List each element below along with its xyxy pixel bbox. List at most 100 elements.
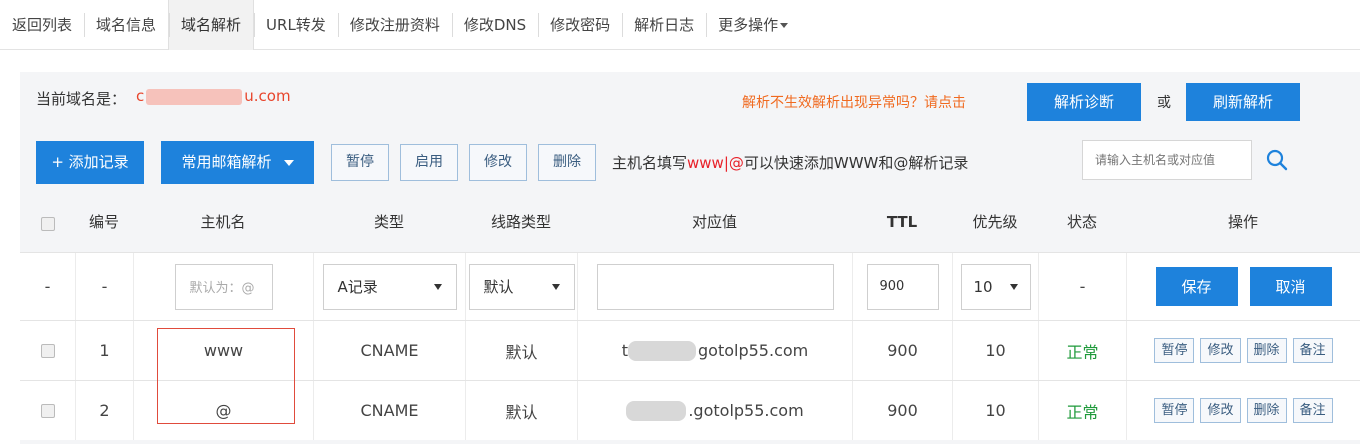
tab-url-forward[interactable]: URL转发 bbox=[254, 0, 338, 50]
cell-status: - bbox=[1038, 253, 1126, 320]
tab-more-actions-label: 更多操作 bbox=[718, 16, 779, 34]
search-icon[interactable] bbox=[1265, 148, 1289, 172]
header-number: 编号 bbox=[88, 213, 119, 231]
domain-prefix: c bbox=[136, 87, 145, 105]
line-type-value: 默认 bbox=[483, 278, 514, 296]
cell-line: 默认 bbox=[465, 321, 577, 380]
tab-modify-dns[interactable]: 修改DNS bbox=[451, 0, 538, 50]
header-priority: 优先级 bbox=[972, 213, 1018, 231]
tip-suffix: 可以快速添加WWW和@解析记录 bbox=[743, 154, 969, 172]
header-status: 状态 bbox=[1066, 213, 1097, 231]
top-tabs: 返回列表 域名信息 域名解析 URL转发 修改注册资料 修改DNS 修改密码 解… bbox=[0, 0, 1360, 50]
status-badge: 正常 bbox=[1038, 381, 1126, 440]
row-note-button[interactable]: 备注 bbox=[1292, 338, 1333, 363]
caret-down-icon bbox=[283, 159, 294, 166]
table-row: 2 @ CNAME 默认 .gotolp55.com 900 10 正常 暂停 … bbox=[20, 380, 1360, 440]
cancel-button[interactable]: 取消 bbox=[1249, 267, 1332, 306]
cell-priority: 10 bbox=[952, 253, 1038, 320]
redacted-mask bbox=[628, 340, 697, 361]
row-modify-button[interactable]: 修改 bbox=[1200, 338, 1241, 363]
row-delete-button[interactable]: 删除 bbox=[1246, 338, 1287, 363]
row-modify-button[interactable]: 修改 bbox=[1200, 398, 1241, 423]
enable-button[interactable]: 启用 bbox=[400, 144, 458, 181]
cell-type: CNAME bbox=[313, 321, 465, 380]
save-button[interactable]: 保存 bbox=[1155, 267, 1238, 306]
cell-action: 暂停 修改 删除 备注 bbox=[1126, 381, 1360, 440]
tip-prefix: 主机名填写 bbox=[612, 154, 688, 172]
cell-priority: 10 bbox=[952, 381, 1038, 440]
cell-priority: 10 bbox=[952, 321, 1038, 380]
cell-check: - bbox=[44, 277, 51, 296]
search-input[interactable] bbox=[1082, 140, 1252, 180]
ttl-input[interactable]: 900 bbox=[866, 263, 939, 310]
domain-bar: 当前域名是： c u.com 解析不生效解析出现异常吗？请点击 解析诊断 或 刷新… bbox=[20, 72, 1360, 128]
host-input[interactable]: 默认为：@ bbox=[174, 263, 273, 310]
tab-domain-info[interactable]: 域名信息 bbox=[84, 0, 168, 50]
row-delete-button[interactable]: 删除 bbox=[1246, 398, 1287, 423]
priority-value: 10 bbox=[973, 277, 993, 296]
cell-value bbox=[577, 253, 852, 320]
mail-resolve-dropdown[interactable]: 常用邮箱解析 bbox=[161, 141, 314, 184]
header-type: 类型 bbox=[373, 213, 404, 231]
current-domain-value: c u.com bbox=[136, 87, 291, 105]
header-line: 线路类型 bbox=[490, 213, 551, 231]
value-input[interactable] bbox=[596, 263, 834, 310]
cell-ttl: 900 bbox=[852, 381, 952, 440]
tab-modify-password[interactable]: 修改密码 bbox=[538, 0, 622, 50]
resolve-panel: 当前域名是： c u.com 解析不生效解析出现异常吗？请点击 解析诊断 或 刷新… bbox=[20, 72, 1360, 444]
value-suffix: .gotolp55.com bbox=[688, 401, 804, 420]
add-record-button[interactable]: + 添加记录 bbox=[36, 141, 144, 184]
or-text: 或 bbox=[1157, 95, 1171, 111]
header-action: 操作 bbox=[1227, 213, 1258, 231]
value-suffix: gotolp55.com bbox=[698, 341, 809, 360]
cell-value: t gotolp55.com bbox=[577, 321, 852, 380]
delete-button[interactable]: 删除 bbox=[538, 144, 596, 181]
host-tip: 主机名填写www|@可以快速添加WWW和@解析记录 bbox=[612, 152, 968, 173]
cell-number: 2 bbox=[75, 381, 133, 440]
cell-host: www bbox=[133, 321, 313, 380]
table-row-new: - - 默认为：@ A记录 默认 900 10 - 保存 取消 bbox=[20, 252, 1360, 320]
cell-action: 暂停 修改 删除 备注 bbox=[1126, 321, 1360, 380]
line-type-select[interactable]: 默认 bbox=[468, 263, 575, 310]
caret-down-icon bbox=[1009, 283, 1018, 290]
row-checkbox[interactable] bbox=[40, 343, 55, 358]
record-type-select[interactable]: A记录 bbox=[322, 263, 457, 310]
cell-ttl: 900 bbox=[852, 321, 952, 380]
cell-line: 默认 bbox=[465, 253, 577, 320]
pause-button[interactable]: 暂停 bbox=[331, 144, 389, 181]
priority-select[interactable]: 10 bbox=[960, 263, 1031, 310]
redacted-mask bbox=[626, 400, 687, 421]
current-domain-label: 当前域名是： bbox=[36, 90, 127, 108]
tab-dns-resolve[interactable]: 域名解析 bbox=[168, 0, 255, 50]
diagnose-button[interactable]: 解析诊断 bbox=[1027, 83, 1141, 121]
tab-resolve-log[interactable]: 解析日志 bbox=[622, 0, 706, 50]
cell-number: - bbox=[75, 253, 133, 320]
caret-down-icon bbox=[551, 283, 560, 290]
cell-type: CNAME bbox=[313, 381, 465, 440]
tab-back-to-list[interactable]: 返回列表 bbox=[0, 0, 84, 50]
header-host: 主机名 bbox=[200, 213, 246, 231]
cell-check bbox=[20, 381, 75, 440]
cell-check bbox=[20, 321, 75, 380]
refresh-button[interactable]: 刷新解析 bbox=[1186, 83, 1300, 121]
row-checkbox[interactable] bbox=[40, 403, 55, 418]
select-all-cell bbox=[20, 196, 75, 252]
table-header: 编号 主机名 类型 线路类型 对应值 TTL 优先级 状态 操作 bbox=[20, 196, 1360, 252]
modify-button[interactable]: 修改 bbox=[469, 144, 527, 181]
redacted-mask bbox=[146, 88, 243, 105]
row-note-button[interactable]: 备注 bbox=[1292, 398, 1333, 423]
tab-modify-registration[interactable]: 修改注册资料 bbox=[337, 0, 452, 50]
cell-action: 保存 取消 bbox=[1126, 253, 1360, 320]
row-pause-button[interactable]: 暂停 bbox=[1154, 338, 1195, 363]
record-type-value: A记录 bbox=[337, 278, 378, 296]
tab-more-actions[interactable]: 更多操作 bbox=[706, 0, 800, 50]
cell-type: A记录 bbox=[313, 253, 465, 320]
table-row: 1 www CNAME 默认 t gotolp55.com 900 10 正常 暂… bbox=[20, 320, 1360, 380]
caret-down-icon bbox=[780, 23, 789, 28]
cell-host: @ bbox=[133, 381, 313, 440]
select-all-checkbox[interactable] bbox=[40, 217, 55, 231]
header-value: 对应值 bbox=[691, 213, 737, 231]
cell-line: 默认 bbox=[465, 381, 577, 440]
cell-number: 1 bbox=[75, 321, 133, 380]
row-pause-button[interactable]: 暂停 bbox=[1154, 398, 1195, 423]
